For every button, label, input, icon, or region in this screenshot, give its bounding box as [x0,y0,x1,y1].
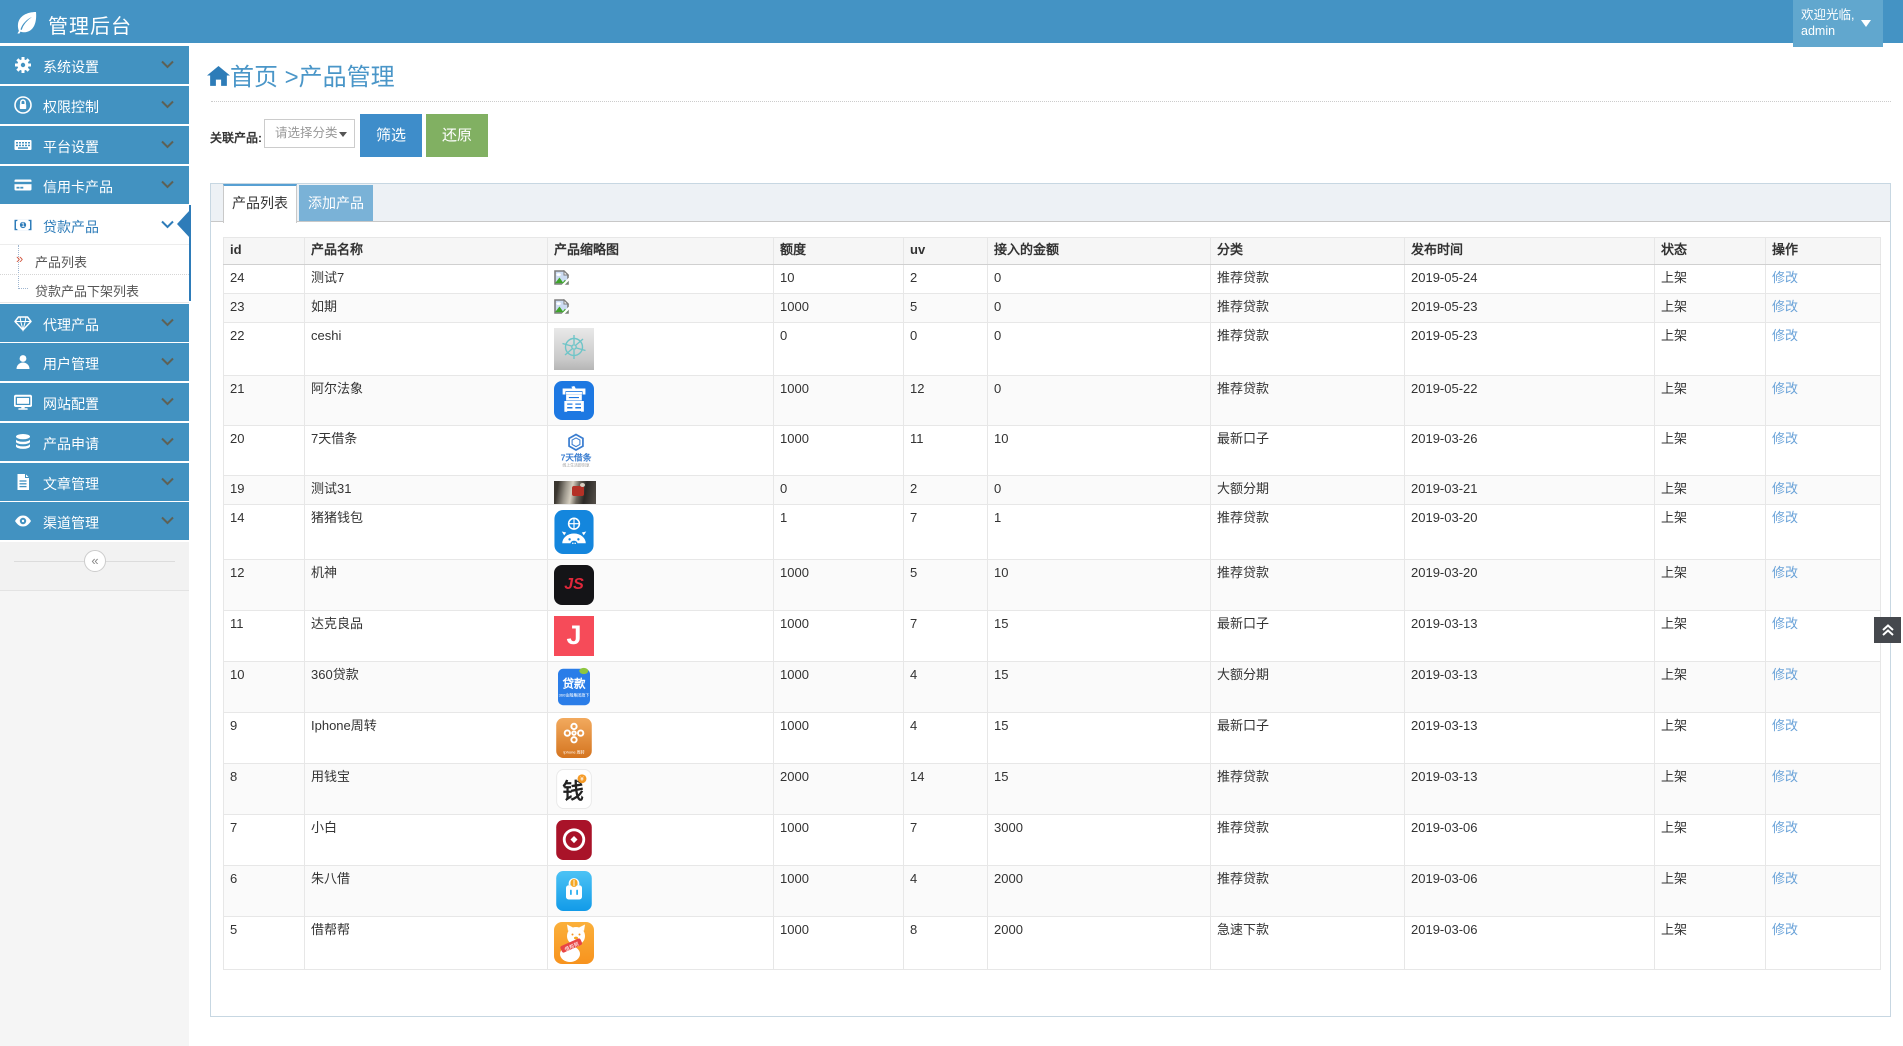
svg-text:360金融集团旗下: 360金融集团旗下 [559,691,590,697]
svg-text:Iphone 周转: Iphone 周转 [563,749,584,755]
svg-text:线上生活即刻享: 线上生活即刻享 [562,463,589,468]
svg-text:¥: ¥ [580,776,584,783]
svg-text:7天借条: 7天借条 [561,451,592,462]
svg-text:贷款: 贷款 [562,676,586,690]
